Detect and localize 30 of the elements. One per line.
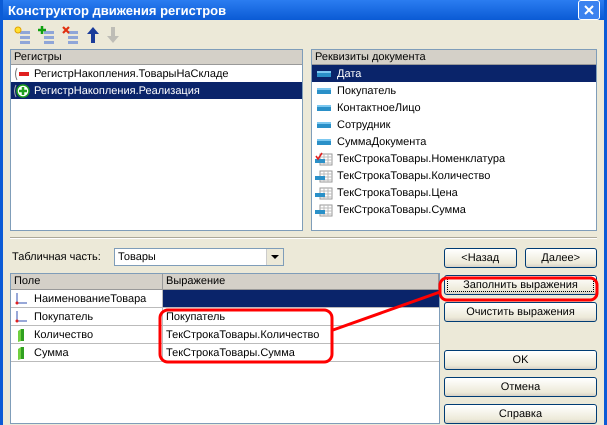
dialog-button[interactable]: OK xyxy=(444,350,597,370)
nav-button[interactable]: <Назад xyxy=(444,248,516,268)
dialog-button[interactable]: Справка xyxy=(444,404,597,424)
tabular-part-dropdown[interactable]: Товары xyxy=(114,248,284,266)
attribute-item[interactable]: ТекСтрокаТовары.Цена xyxy=(312,184,596,201)
attribute-item[interactable]: Дата xyxy=(312,65,596,82)
register-item[interactable]: РегистрНакопления.ТоварыНаСкладе xyxy=(11,65,302,82)
expression-cell[interactable]: ТекСтрокаТовары.Сумма xyxy=(163,344,439,361)
field-cell[interactable]: Покупатель xyxy=(11,308,163,325)
expression-cell[interactable]: Покупатель xyxy=(163,308,439,325)
attribute-item[interactable]: КонтактноеЛицо xyxy=(312,99,596,116)
register-item[interactable]: РегистрНакопления.Реализация xyxy=(11,82,302,99)
attribute-item[interactable]: Сотрудник xyxy=(312,116,596,133)
column-header: Регистры xyxy=(11,50,302,65)
nav-button[interactable]: Далее> xyxy=(524,248,597,268)
attribute-item[interactable]: ТекСтрокаТовары.Номенклатура xyxy=(312,150,596,167)
attribute-item[interactable]: ТекСтрокаТовары.Сумма xyxy=(312,201,596,218)
window-title: Конструктор движения регистров xyxy=(8,2,226,18)
dialog-button[interactable]: Отмена xyxy=(444,377,597,397)
expression-button[interactable]: Очистить выражения xyxy=(444,302,597,322)
attribute-item[interactable]: ТекСтрокаТовары.Количество xyxy=(312,167,596,184)
column-header: Реквизиты документа xyxy=(312,50,596,65)
attribute-item[interactable]: Покупатель xyxy=(312,82,596,99)
field-label: Табличная часть: xyxy=(11,251,102,263)
expression-cell[interactable]: ТекСтрокаТовары.Количество xyxy=(163,326,439,343)
column-header: Выражение xyxy=(163,274,439,289)
attribute-item[interactable]: СуммаДокумента xyxy=(312,133,596,150)
field-cell[interactable]: Сумма xyxy=(11,344,163,361)
field-cell[interactable]: Количество xyxy=(11,326,163,343)
column-header: Поле xyxy=(11,274,163,289)
